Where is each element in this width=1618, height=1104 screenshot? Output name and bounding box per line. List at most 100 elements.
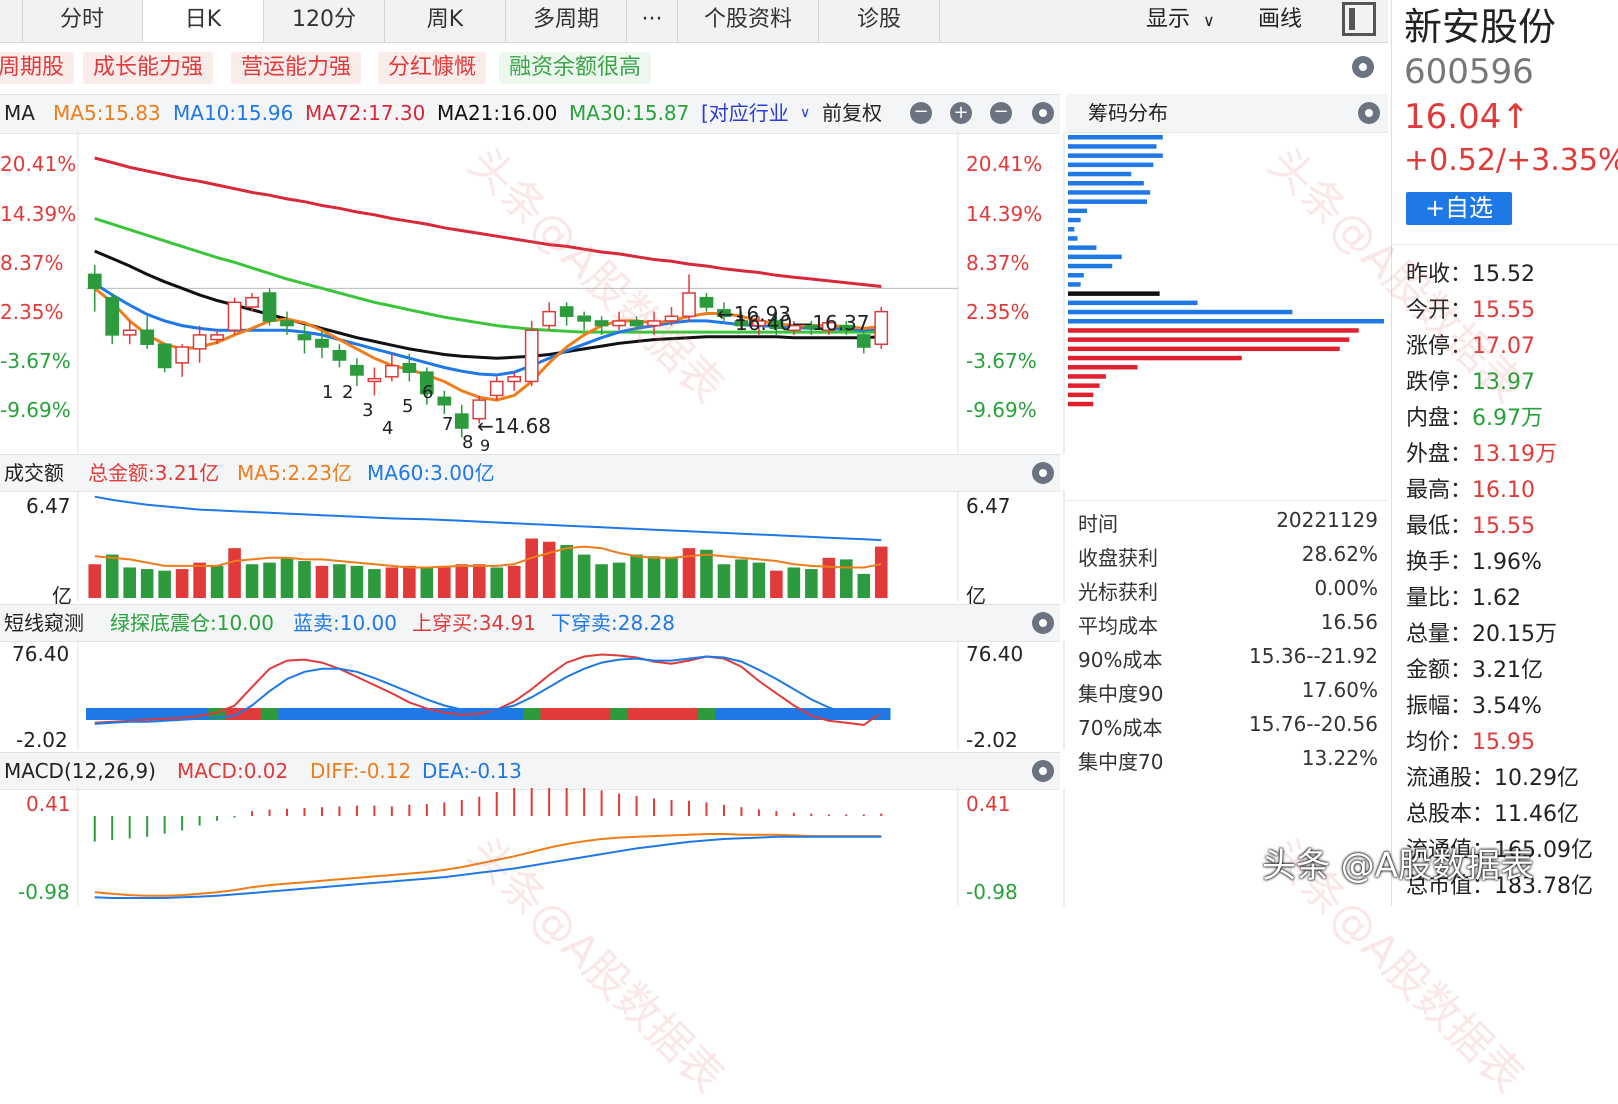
ma-label: MA	[4, 101, 35, 125]
volume-bar	[158, 570, 171, 598]
adjust-mode[interactable]: 前复权	[822, 95, 882, 131]
volume-bar	[507, 565, 521, 598]
macd-title: MACD(12,26,9)	[4, 759, 156, 783]
tag-cyclical[interactable]: 周期股	[0, 52, 75, 84]
quote-label: 流通股：	[1406, 766, 1495, 791]
chevron-down-icon[interactable]: ∨	[800, 95, 810, 131]
volume-header: 成交额 总金额:3.21亿 MA5:2.23亿 MA60:3.00亿	[0, 454, 1060, 492]
signal-segment	[697, 708, 716, 720]
chip-stat-value: 17.60%	[1301, 678, 1378, 702]
chip-bar	[1068, 190, 1151, 195]
quote-value: 20.15万	[1472, 622, 1557, 647]
chip-bar	[1068, 162, 1154, 168]
chip-bar	[1068, 300, 1198, 306]
chip-bar	[1068, 181, 1144, 186]
volume-bar	[805, 569, 818, 598]
candle-body	[682, 292, 696, 318]
ma72-value: MA72:17.30	[305, 101, 426, 125]
quote-row: 跌停：13.97	[1406, 364, 1535, 396]
tag-margin-financing[interactable]: 融资余额很高	[499, 52, 652, 84]
gear-icon[interactable]	[1358, 102, 1380, 124]
gear-icon[interactable]	[1032, 462, 1054, 484]
short-ytop-right: 76.40	[966, 642, 1024, 666]
chip-bar	[1068, 355, 1242, 361]
zoom-in-icon[interactable]: +	[950, 102, 972, 124]
quote-label: 涨停：	[1406, 334, 1473, 359]
chip-bar	[1068, 346, 1340, 352]
quote-row: 今开：15.55	[1406, 292, 1535, 324]
display-dropdown[interactable]: 显示 ∨	[1146, 0, 1215, 41]
signal-segment	[225, 708, 244, 720]
chip-stat-label: 收盘获利	[1078, 546, 1158, 570]
short-term-chart[interactable]	[0, 640, 1066, 750]
chip-bar	[1068, 199, 1147, 204]
volume-bar	[140, 569, 154, 598]
tab-intraday[interactable]: 分时	[22, 0, 143, 42]
add-watchlist-button[interactable]: +自选	[1406, 192, 1512, 225]
signal-segment	[330, 708, 349, 720]
chip-bar	[1068, 245, 1097, 250]
candle-body	[647, 320, 661, 327]
signal-segment	[505, 708, 524, 720]
quote-row: 换手：1.96%	[1406, 544, 1542, 576]
collapse-icon[interactable]: −	[990, 102, 1012, 124]
gear-icon[interactable]	[1352, 56, 1374, 78]
ma21-value: MA21:16.00	[437, 101, 558, 125]
tag-dividend[interactable]: 分红慷慨	[378, 52, 487, 84]
chip-bar	[1068, 227, 1075, 232]
volume-bar	[735, 559, 748, 598]
industry-dropdown[interactable]: [对应行业	[701, 95, 789, 131]
gear-icon[interactable]	[1032, 760, 1054, 782]
volume-bar	[525, 538, 538, 598]
ma10-value: MA10:15.96	[173, 101, 294, 125]
chip-distribution-chart[interactable]	[1068, 132, 1388, 432]
macd-chart[interactable]	[0, 788, 1066, 906]
volume-ytop-right: 6.47	[966, 494, 1011, 518]
quote-label: 金额：	[1406, 658, 1473, 683]
volume-bar	[175, 569, 189, 598]
macd-diff-line	[94, 833, 882, 897]
gear-icon[interactable]	[1032, 612, 1054, 634]
tab-multi-period[interactable]: 多周期	[506, 0, 627, 42]
volume-chart[interactable]	[0, 490, 1066, 602]
gear-icon[interactable]	[1032, 102, 1054, 124]
panel-layout-icon[interactable]	[1342, 2, 1376, 36]
volume-bar	[385, 567, 399, 598]
sidebar-toggle[interactable]	[0, 0, 23, 42]
candle-body	[385, 364, 399, 378]
tab-120min[interactable]: 120分	[264, 0, 385, 42]
volume-bar	[455, 564, 469, 598]
tab-daily-k[interactable]: 日K	[143, 0, 264, 42]
candle-body	[367, 377, 382, 383]
chip-stat-value: 15.36--21.92	[1249, 644, 1378, 668]
tab-weekly-k[interactable]: 周K	[385, 0, 506, 42]
volume-bar	[577, 554, 591, 598]
quote-row: 金额：3.21亿	[1406, 652, 1543, 684]
volume-bar	[263, 562, 276, 598]
count-label: 9	[480, 436, 491, 455]
volume-bar	[857, 573, 871, 598]
candle-body	[524, 329, 539, 383]
zoom-out-icon[interactable]: −	[910, 102, 932, 124]
candle-body	[122, 329, 137, 336]
chip-bar	[1068, 144, 1157, 149]
tag-operation[interactable]: 营运能力强	[231, 52, 362, 84]
ma72-line	[94, 156, 882, 288]
volume-bar	[298, 561, 311, 598]
kline-chart[interactable]	[0, 132, 1066, 454]
volume-ma5: MA5:2.23亿	[237, 461, 352, 485]
count-label: 6	[422, 382, 434, 403]
tab-stock-profile[interactable]: 个股资料	[678, 0, 819, 42]
volume-bar	[700, 549, 713, 598]
tab-diagnosis[interactable]: 诊股	[819, 0, 940, 42]
more-tabs-button[interactable]: ···	[627, 0, 678, 42]
y-tick-right: 8.37%	[966, 251, 1030, 275]
y-tick-right: 2.35%	[966, 300, 1030, 324]
short-ytop-left: 76.40	[12, 642, 70, 666]
chip-bar	[1068, 383, 1100, 388]
draw-line-button[interactable]: 画线	[1258, 0, 1302, 40]
tag-growth[interactable]: 成长能力强	[83, 52, 214, 84]
volume-bar	[630, 554, 643, 598]
volume-bar	[787, 567, 801, 598]
chip-stat-label: 集中度90	[1078, 682, 1164, 706]
